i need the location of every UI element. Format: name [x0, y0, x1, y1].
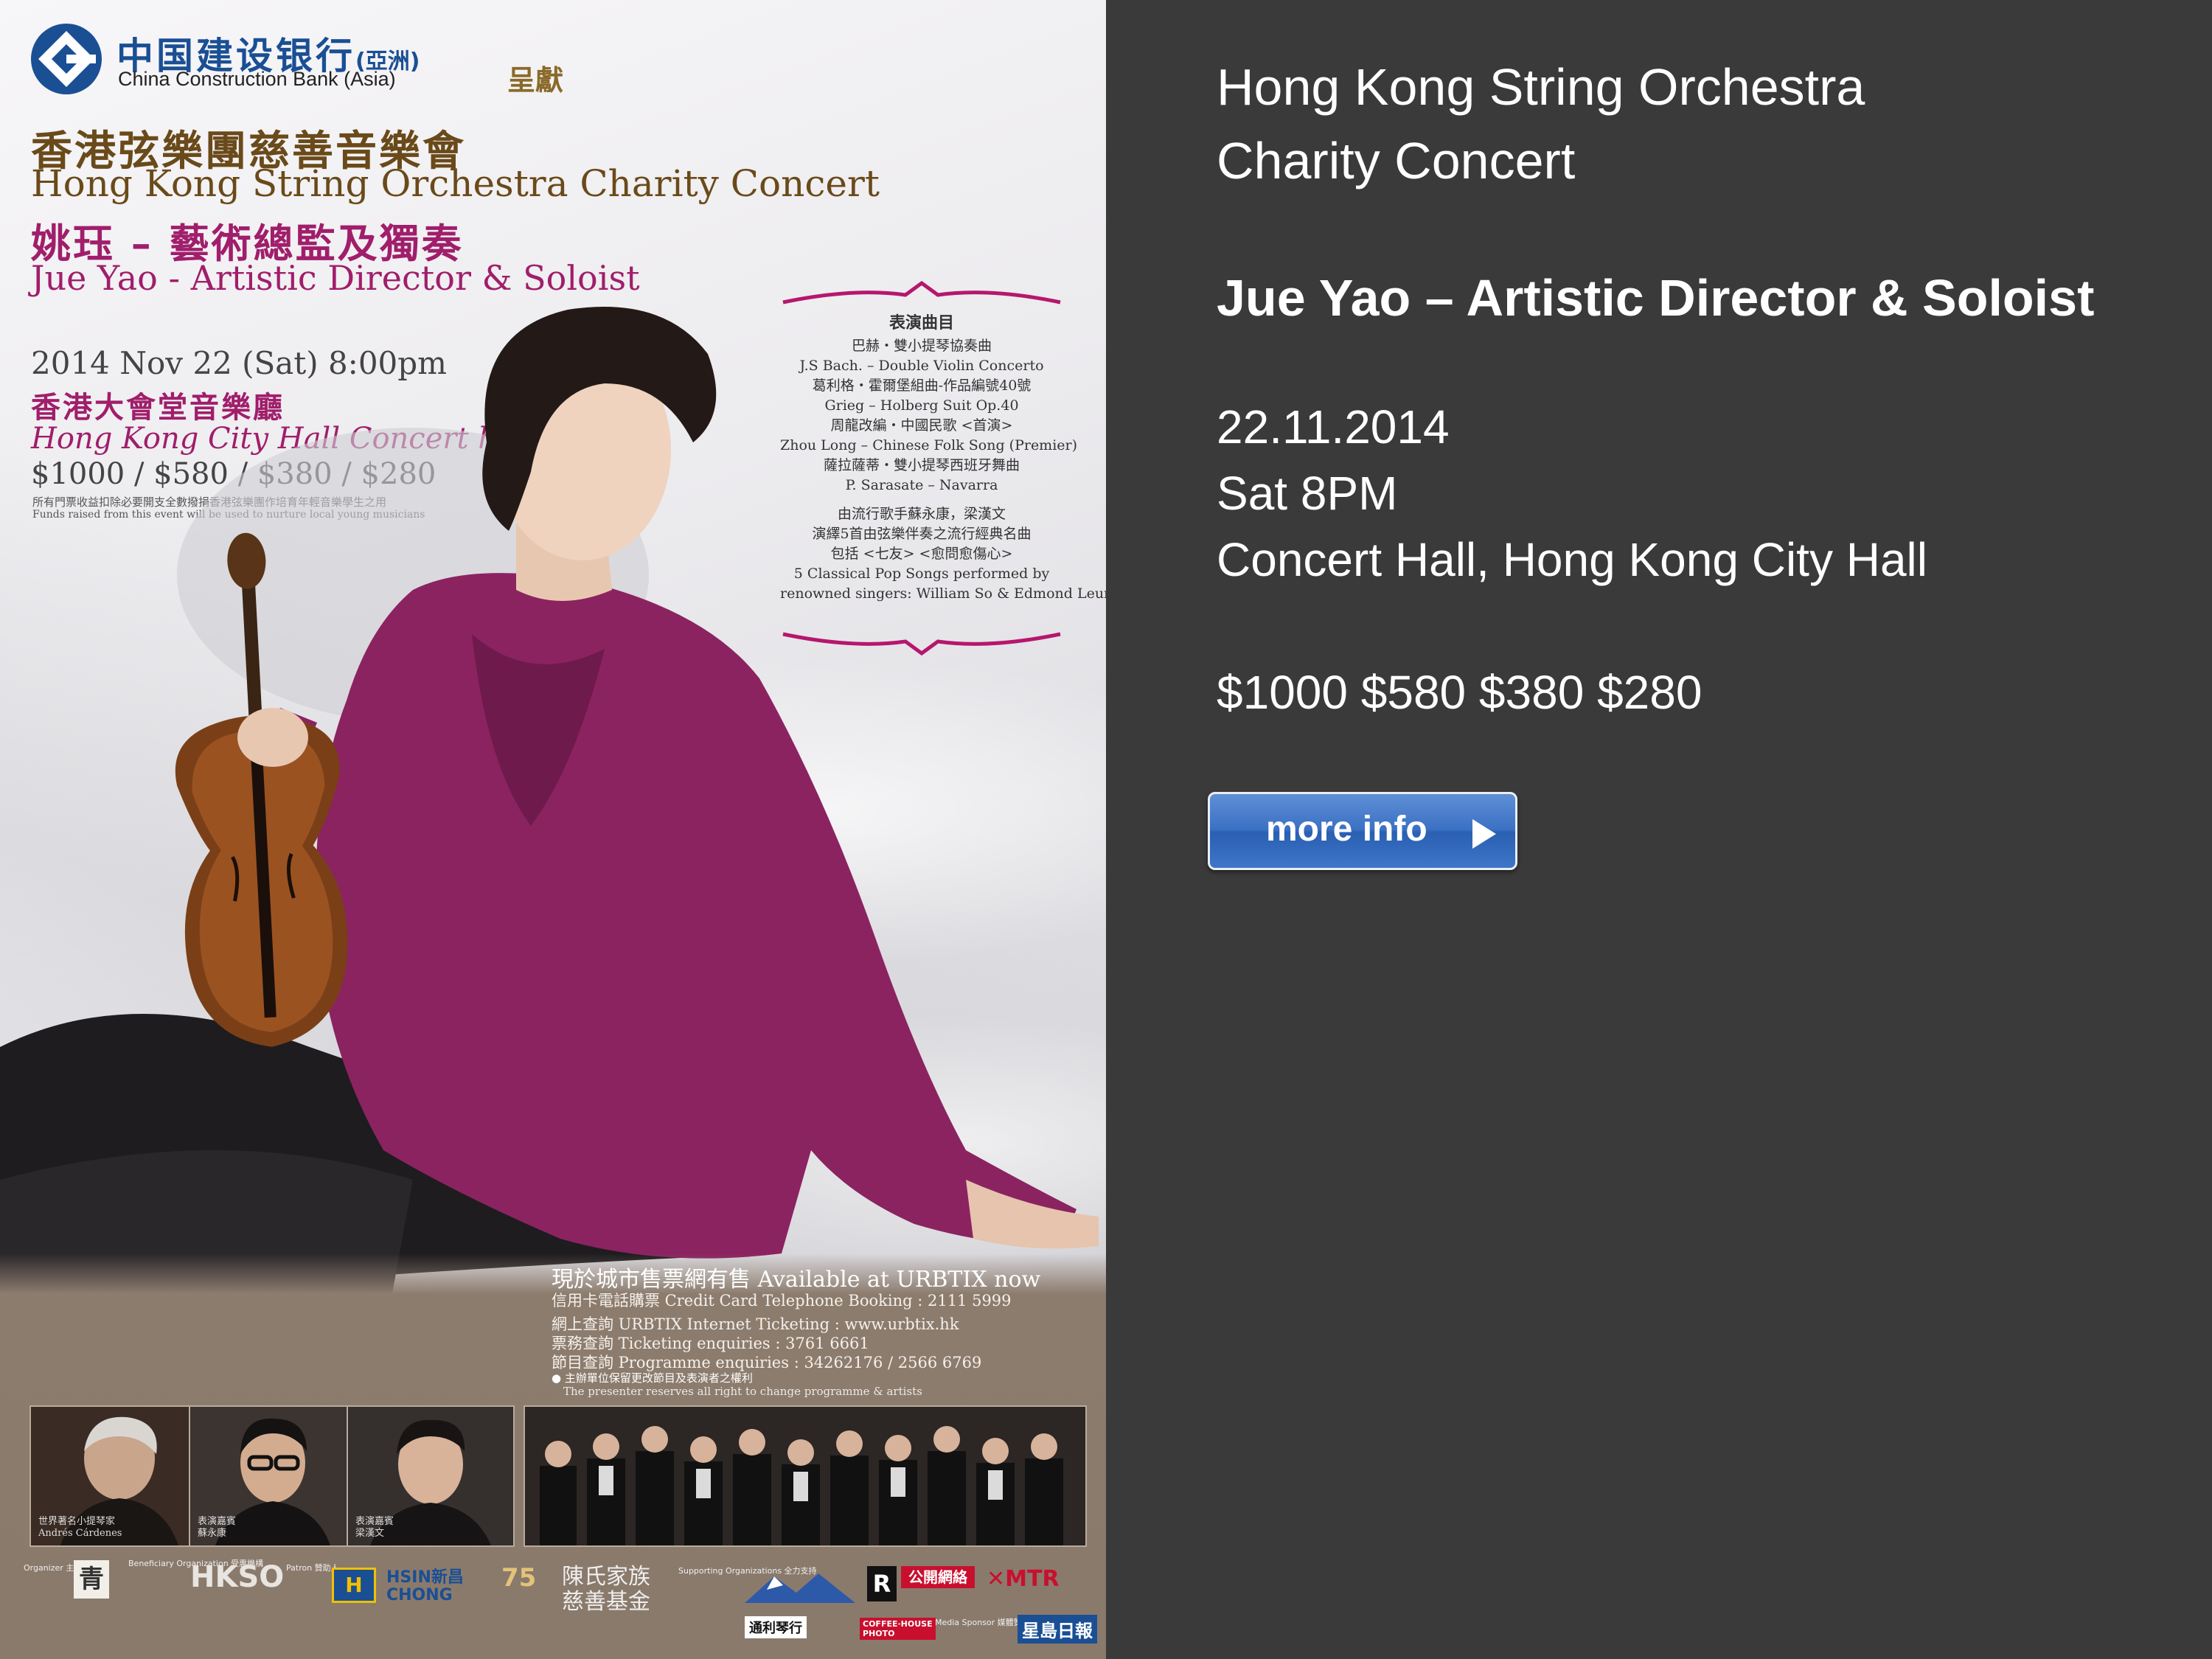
portrait-caption-cn: 世界著名小提琴家: [38, 1516, 116, 1527]
more-info-label: more info: [1266, 810, 1427, 849]
organizer-logo: 青: [74, 1560, 109, 1599]
programme-line: J.S Bach. – Double Violin Concerto: [799, 358, 1044, 374]
chan-family-foundation: 陳氏家族 慈善基金: [562, 1564, 650, 1615]
portrait-caption-cn: 表演嘉賓: [355, 1516, 394, 1527]
coffee-house-logo: COFFEE·HOUSE PHOTO: [860, 1618, 936, 1640]
programme-line: Zhou Long – Chinese Folk Song (Premier): [780, 437, 1078, 453]
orchestra-group-photo: [524, 1405, 1087, 1547]
public-network-logo: 公開網絡: [901, 1566, 975, 1588]
poster-title-en: Hong Kong String Orchestra Charity Conce…: [31, 162, 880, 205]
event-info-panel: Hong Kong String Orchestra Charity Conce…: [1106, 0, 2212, 1659]
portrait-caption-en: Andrés Cárdenes: [38, 1528, 122, 1539]
portrait-edmond-leung: 表演嘉賓 梁漢文: [347, 1405, 515, 1547]
programme-box: 表演曲目 巴赫・雙小提琴協奏曲 J.S Bach. – Double Violi…: [780, 280, 1106, 656]
event-prices: $1000 $580 $380 $280: [1217, 666, 1703, 719]
anniversary-badge: 75: [501, 1563, 537, 1593]
sponsor-strip: Organizer 主辦機構 青 Beneficiary Organizatio…: [0, 1556, 1106, 1659]
portrait-caption-en: 梁漢文: [355, 1528, 385, 1539]
programme-pop-line: 由流行歌手蘇永康，梁漢文: [837, 506, 1006, 522]
portrait-caption-cn: 表演嘉賓: [198, 1516, 237, 1527]
mtr-symbol-icon: ✕: [987, 1566, 1006, 1592]
media-sponsor-label: Media Sponsor 媒體贊助: [935, 1618, 1030, 1627]
portrait-caption-en: 蘇永康: [198, 1528, 227, 1539]
r-logo-icon: R: [867, 1566, 897, 1601]
programme-line: 周龍改編・中國民歌 <首演>: [830, 417, 1013, 434]
presents-label: 呈獻: [507, 63, 564, 97]
mountain-logo-icon: [745, 1573, 855, 1603]
event-time: Sat 8PM: [1217, 467, 1398, 520]
event-title-line2: Charity Concert: [1217, 132, 1576, 189]
sing-tao-logo: 星島日報: [1018, 1615, 1097, 1644]
patron-label: Patron 贊助人: [286, 1563, 339, 1573]
tom-lee-logo: 通利琴行: [745, 1616, 807, 1638]
portrait-andres-cardenes: 世界著名小提琴家 Andrés Cárdenes: [29, 1405, 201, 1547]
ticket-line: 信用卡電話購票 Credit Card Telephone Booking : …: [552, 1292, 1012, 1310]
programme-line: 葛利格・霍爾堡組曲-作品編號40號: [812, 378, 1032, 394]
programme-pop-line: renowned singers: William So & Edmond Le…: [780, 585, 1106, 602]
programme-pop-line: 5 Classical Pop Songs performed by: [793, 566, 1050, 582]
concert-poster: 中国建设银行(亞洲) China Construction Bank (Asia…: [0, 0, 1106, 1659]
hsin-chong-name: HSIN新昌 CHONG: [386, 1568, 464, 1604]
event-title-line1: Hong Kong String Orchestra: [1217, 58, 1865, 116]
programme-line: P. Sarasate – Navarra: [845, 477, 998, 493]
hkso-logo: HKSO: [190, 1560, 285, 1594]
bank-name-en: China Construction Bank (Asia): [118, 68, 396, 90]
hsin-chong-logo-icon: H: [332, 1568, 376, 1603]
programme-pop-line: 演繹5首由弦樂伴奏之流行經典名曲: [812, 526, 1032, 542]
ticket-note-en: The presenter reserves all right to chan…: [563, 1385, 922, 1398]
portrait-william-so: 表演嘉賓 蘇永康: [189, 1405, 357, 1547]
programme-pop-line: 包括 <七友> <愈問愈傷心>: [830, 546, 1013, 562]
orchestra-photo: [525, 1407, 1085, 1545]
mtr-logo: ✕MTR: [987, 1566, 1060, 1592]
event-date: 22.11.2014: [1217, 400, 1450, 453]
ccb-logo-icon: [31, 24, 102, 94]
event-director: Jue Yao – Artistic Director & Soloist: [1217, 269, 2095, 327]
ticket-note-cn: ● 主辦單位保留更改節目及表演者之權利: [552, 1371, 753, 1385]
play-arrow-icon: [1472, 819, 1496, 849]
programme-line: 薩拉薩蒂・雙小提琴西班牙舞曲: [823, 457, 1020, 473]
more-info-button[interactable]: more info: [1208, 792, 1517, 870]
programme-line: Grieg – Holberg Suit Op.40: [824, 397, 1019, 414]
mtr-text: MTR: [1005, 1566, 1060, 1592]
programme-heading: 表演曲目: [888, 313, 954, 333]
event-venue: Concert Hall, Hong Kong City Hall: [1217, 533, 1927, 586]
programme-line: 巴赫・雙小提琴協奏曲: [851, 338, 992, 354]
